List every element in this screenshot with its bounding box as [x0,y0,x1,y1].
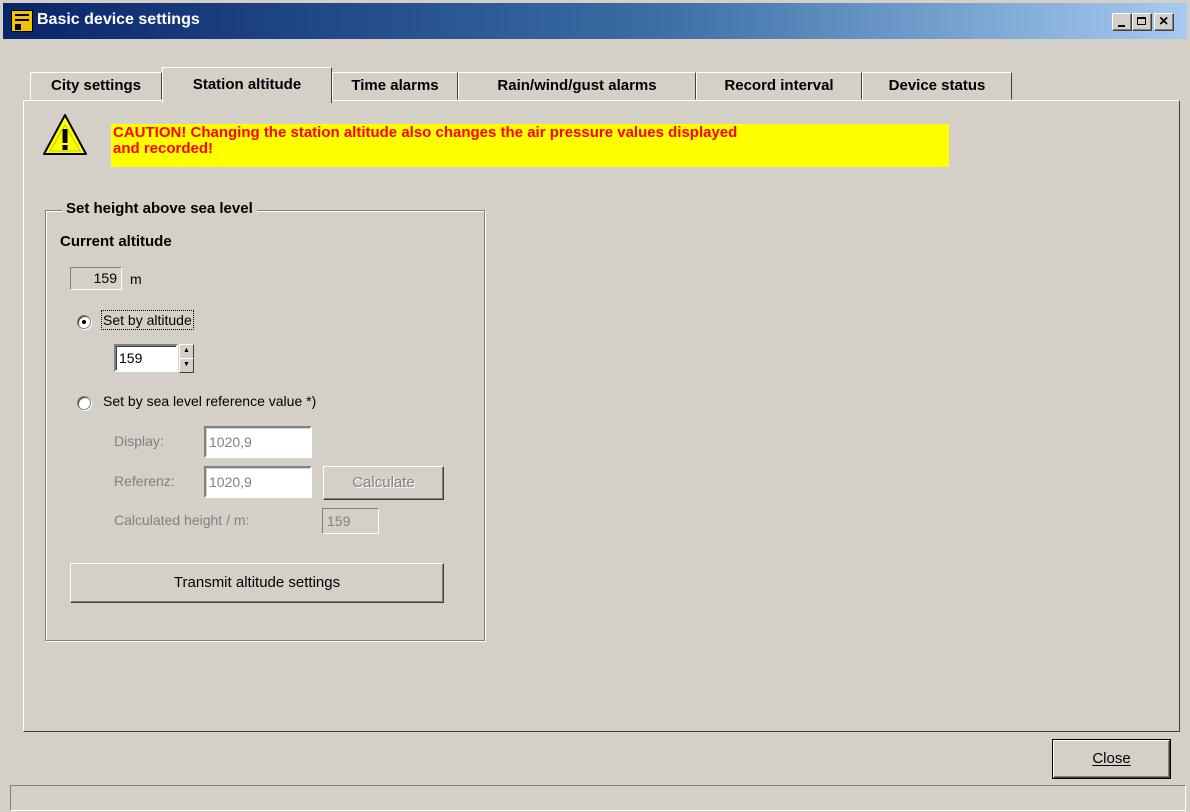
maximize-icon [1137,17,1146,25]
basic-device-settings-window: Basic device settings × City settings St… [0,0,1190,812]
station-altitude-panel: CAUTION! Changing the station altitude a… [23,100,1180,732]
set-by-reference-radio[interactable] [77,396,91,410]
tab-city-settings[interactable]: City settings [30,72,162,100]
app-icon [11,10,33,32]
referenz-input[interactable]: 1020,9 [204,466,312,498]
spin-up-button[interactable]: ▲ [179,344,194,359]
tab-record-interval[interactable]: Record interval [696,72,862,100]
current-altitude-value: 159 [70,267,122,290]
caution-line-1: CAUTION! Changing the station altitude a… [113,124,738,141]
referenz-label: Referenz: [114,473,175,489]
spin-down-button[interactable]: ▼ [179,358,194,373]
calculated-height-label: Calculated height / m: [114,512,250,528]
tab-time-alarms[interactable]: Time alarms [332,72,458,100]
altitude-unit: m [130,271,142,287]
warning-icon [43,114,87,155]
set-by-altitude-radio[interactable] [77,315,91,329]
status-bar [10,785,1186,811]
minimize-button[interactable] [1112,13,1132,31]
tab-station-altitude[interactable]: Station altitude [162,67,332,103]
set-by-altitude-label[interactable]: Set by altitude [101,310,194,330]
set-by-reference-label[interactable]: Set by sea level reference value *) [103,393,316,409]
transmit-altitude-button[interactable]: Transmit altitude settings [70,563,444,603]
display-input[interactable]: 1020,9 [204,426,312,458]
tab-device-status[interactable]: Device status [862,72,1012,100]
caution-message: CAUTION! Changing the station altitude a… [111,124,949,167]
display-label: Display: [114,433,164,449]
calculated-height-value: 159 [322,508,379,534]
window-title: Basic device settings [37,11,200,28]
current-altitude-label: Current altitude [60,233,172,250]
maximize-button[interactable] [1132,13,1152,31]
close-button[interactable]: Close [1052,739,1171,779]
group-title: Set height above sea level [62,200,257,217]
minimize-icon [1118,25,1125,27]
close-button-label: Close [1092,750,1131,767]
close-window-button[interactable]: × [1154,13,1174,31]
close-icon: × [1159,13,1169,30]
tab-rain-wind-gust-alarms[interactable]: Rain/wind/gust alarms [458,72,696,100]
altitude-input[interactable]: 159 [114,344,178,372]
title-bar[interactable]: Basic device settings × [3,3,1187,39]
caution-line-2: and recorded! [113,140,214,157]
set-height-group: Set height above sea level Current altit… [45,200,485,641]
calculate-button[interactable]: Calculate [323,466,444,500]
